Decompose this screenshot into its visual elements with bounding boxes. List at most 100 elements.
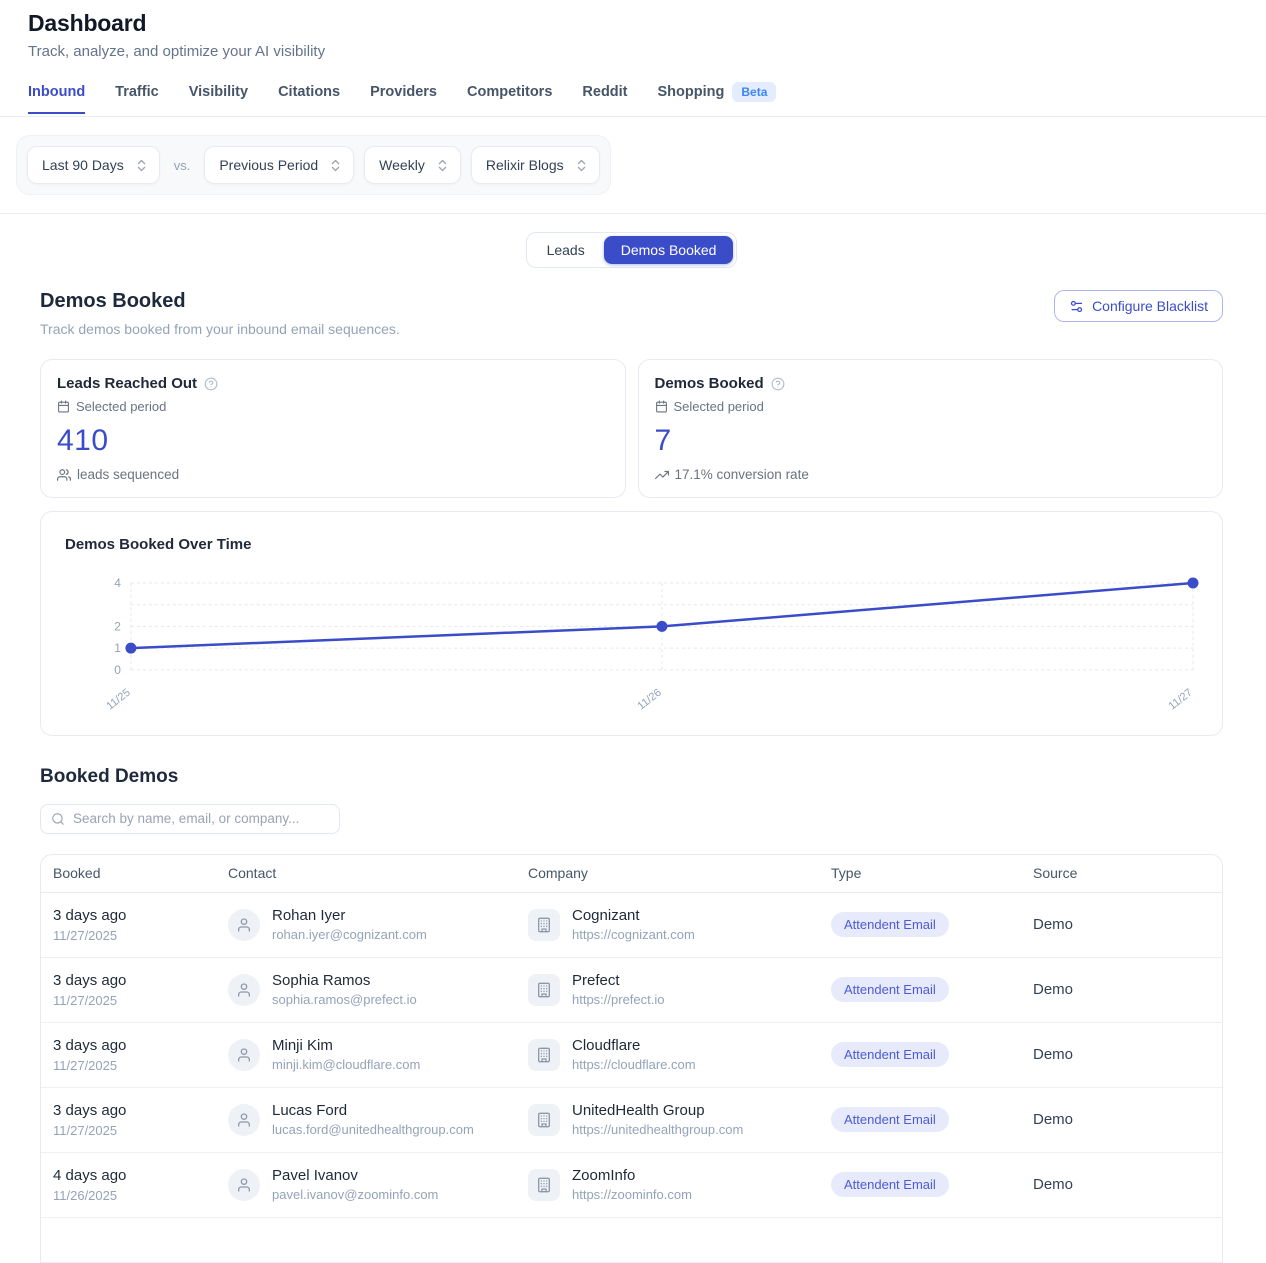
stat-period-label: Selected period	[673, 399, 764, 414]
booked-cell: 3 days ago 11/27/2025	[53, 1037, 228, 1073]
type-badge: Attendent Email	[831, 977, 949, 1003]
building-icon	[528, 1168, 560, 1201]
comparison-select[interactable]: Previous Period	[204, 146, 355, 184]
company-cell: Cognizant https://cognizant.com	[528, 907, 831, 942]
view-toggle-option[interactable]: Demos Booked	[603, 236, 734, 264]
building-icon	[528, 973, 560, 1006]
contact-name: Minji Kim	[272, 1037, 333, 1055]
source-cell: Demo	[1033, 1111, 1074, 1129]
search-box	[40, 803, 340, 834]
chevrons-up-down-icon	[435, 158, 450, 173]
tab-label: Traffic	[115, 84, 159, 100]
tab-label: Shopping	[657, 84, 725, 100]
contact-email: pavel.ivanov@zoominfo.com	[272, 1187, 439, 1203]
view-toggle-wrap: Leads Demos Booked	[40, 232, 1223, 268]
tab[interactable]: Reddit	[582, 84, 627, 114]
company-name: Prefect	[572, 972, 620, 990]
view-toggle: Leads Demos Booked	[525, 232, 738, 268]
page-subtitle: Track, analyze, and optimize your AI vis…	[28, 43, 326, 60]
comparison-value: Previous Period	[219, 157, 319, 173]
section-header: Demos Booked Track demos booked from you…	[40, 290, 1223, 337]
contact-cell: Pavel Ivanov pavel.ivanov@zoominfo.com	[228, 1167, 528, 1202]
search-input[interactable]	[73, 811, 329, 827]
stat-title: Leads Reached Out	[57, 375, 198, 392]
help-circle-icon[interactable]	[204, 377, 218, 391]
booked-date: 11/27/2025	[53, 1057, 118, 1073]
contact-name: Lucas Ford	[272, 1102, 348, 1120]
contact-cell: Lucas Ford lucas.ford@unitedhealthgroup.…	[228, 1102, 528, 1137]
booked-date: 11/27/2025	[53, 992, 118, 1008]
company-name: UnitedHealth Group	[572, 1102, 705, 1120]
table-row[interactable]: 3 days ago 11/27/2025 Rohan Iyer rohan.i…	[41, 893, 1222, 958]
contact-text: Minji Kim minji.kim@cloudflare.com	[272, 1037, 420, 1072]
booked-cell: 3 days ago 11/27/2025	[53, 907, 228, 943]
tab[interactable]: Traffic	[115, 84, 159, 114]
source-cell: Demo	[1033, 1046, 1074, 1064]
type-cell: Attendent Email	[831, 912, 1033, 938]
contact-cell: Rohan Iyer rohan.iyer@cognizant.com	[228, 907, 528, 942]
company-text: UnitedHealth Group https://unitedhealthg…	[572, 1102, 743, 1137]
type-badge: Attendent Email	[831, 1172, 949, 1198]
contact-email: minji.kim@cloudflare.com	[272, 1057, 421, 1073]
company-cell: UnitedHealth Group https://unitedhealthg…	[528, 1102, 831, 1137]
view-toggle-option[interactable]: Leads	[530, 236, 602, 264]
avatar	[228, 1038, 260, 1071]
table-row[interactable]: 3 days ago 11/27/2025 Minji Kim minji.ki…	[41, 1023, 1222, 1088]
tab[interactable]: Inbound	[28, 84, 86, 114]
chevrons-up-down-icon	[574, 158, 589, 173]
page-title: Dashboard	[28, 10, 147, 36]
section-subtitle: Track demos booked from your inbound ema…	[40, 321, 400, 337]
company-name: ZoomInfo	[572, 1167, 636, 1185]
tab[interactable]: Providers	[370, 84, 437, 114]
column-header: Source	[1033, 865, 1078, 882]
company-text: ZoomInfo https://zoominfo.com	[572, 1167, 692, 1202]
stat-footer-label: leads sequenced	[77, 467, 180, 482]
source-cell: Demo	[1033, 1176, 1074, 1194]
tab-label: Inbound	[28, 84, 86, 100]
type-badge: Attendent Email	[831, 912, 949, 938]
table-row[interactable]: 3 days ago 11/27/2025 Lucas Ford lucas.f…	[41, 1088, 1222, 1153]
tab[interactable]: Citations	[278, 84, 340, 114]
table-row[interactable]: 4 days ago 11/26/2025 Pavel Ivanov pavel…	[41, 1153, 1222, 1218]
company-name: Cognizant	[572, 907, 640, 925]
stat-title: Demos Booked	[654, 375, 764, 392]
stat-value: 7	[654, 424, 672, 457]
building-icon	[528, 908, 560, 941]
stat-footer-label: 17.1% conversion rate	[674, 467, 809, 482]
configure-blacklist-button[interactable]: Configure Blacklist	[1054, 290, 1223, 322]
column-header: Contact	[228, 865, 277, 882]
svg-text:11/25: 11/25	[104, 687, 132, 713]
type-badge: Attendent Email	[831, 1107, 949, 1133]
source-select[interactable]: Relixir Blogs	[470, 146, 600, 184]
table-row[interactable]: 3 days ago 11/27/2025 Sophia Ramos sophi…	[41, 958, 1222, 1023]
help-circle-icon[interactable]	[771, 377, 785, 391]
stat-card-leads-reached: Leads Reached Out Selected period 410 le…	[40, 359, 626, 498]
date-range-select[interactable]: Last 90 Days	[27, 146, 160, 184]
type-cell: Attendent Email	[831, 1107, 1033, 1133]
booked-cell: 3 days ago 11/27/2025	[53, 972, 228, 1008]
calendar-icon	[57, 400, 70, 413]
tab-label: Citations	[278, 84, 341, 100]
booked-relative: 3 days ago	[53, 1101, 127, 1119]
sliders-icon	[1069, 299, 1084, 314]
booked-date: 11/27/2025	[53, 927, 118, 943]
company-cell: Prefect https://prefect.io	[528, 972, 831, 1007]
granularity-select[interactable]: Weekly	[364, 146, 461, 184]
company-url: https://zoominfo.com	[572, 1187, 692, 1203]
tab[interactable]: Shopping Beta	[658, 82, 777, 116]
stat-period-label: Selected period	[76, 399, 167, 414]
company-url: https://cloudflare.com	[572, 1057, 696, 1073]
building-icon	[528, 1103, 560, 1136]
tab[interactable]: Competitors	[467, 84, 552, 114]
page-header: Dashboard Track, analyze, and optimize y…	[0, 0, 1266, 60]
stat-value: 410	[57, 424, 109, 457]
booked-demos-title: Booked Demos	[40, 765, 179, 787]
avatar	[228, 973, 260, 1006]
chevrons-up-down-icon	[328, 158, 343, 173]
contact-text: Sophia Ramos sophia.ramos@prefect.io	[272, 972, 417, 1007]
company-text: Cloudflare https://cloudflare.com	[572, 1037, 696, 1072]
contact-email: rohan.iyer@cognizant.com	[272, 927, 427, 943]
tab[interactable]: Visibility	[189, 84, 248, 114]
contact-name: Sophia Ramos	[272, 972, 371, 990]
filter-band: Last 90 Days vs. Previous Period Weekly …	[0, 116, 1266, 214]
